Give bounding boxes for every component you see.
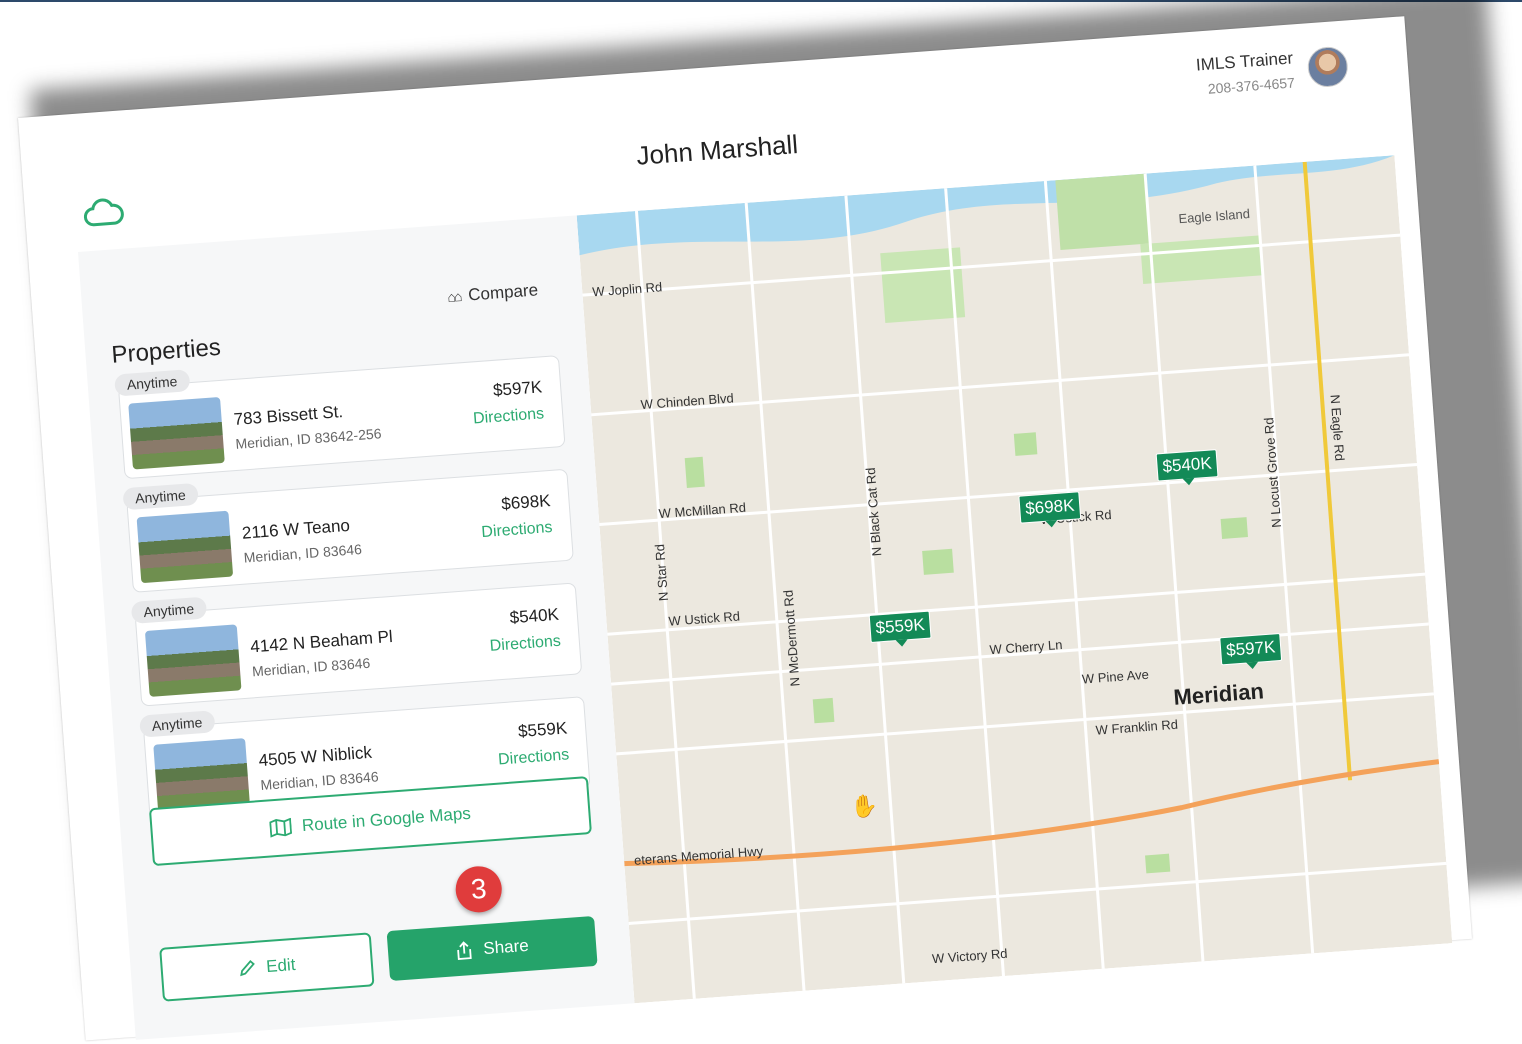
price-pin[interactable]: $540K bbox=[1155, 449, 1219, 482]
availability-badge: Anytime bbox=[114, 369, 191, 397]
property-price: $597K bbox=[492, 377, 543, 400]
property-city: Meridian, ID 83642-256 bbox=[234, 425, 382, 452]
property-city: Meridian, ID 83646 bbox=[243, 541, 363, 566]
availability-badge: Anytime bbox=[130, 596, 207, 624]
availability-badge: Anytime bbox=[122, 482, 199, 511]
property-photo bbox=[144, 624, 242, 697]
property-photo bbox=[136, 510, 234, 584]
share-label: Share bbox=[482, 935, 530, 959]
properties-panel: Properties ⌂⌂ Compare Anytime 783 Bisset… bbox=[77, 215, 635, 1040]
price-pin[interactable]: $597K bbox=[1219, 632, 1283, 666]
app-window: John Marshall IMLS Trainer 208-376-4657 … bbox=[18, 16, 1473, 1041]
property-card[interactable]: Anytime 783 Bissett St. Meridian, ID 836… bbox=[114, 355, 566, 480]
price-pin[interactable]: $698K bbox=[1018, 491, 1082, 524]
directions-link[interactable]: Directions bbox=[481, 519, 553, 542]
property-photo bbox=[153, 738, 250, 811]
property-city: Meridian, ID 83646 bbox=[259, 768, 380, 794]
edit-button[interactable]: Edit bbox=[159, 932, 375, 1002]
pencil-icon bbox=[240, 959, 256, 977]
step-marker: 3 bbox=[454, 864, 504, 914]
property-street: 4142 N Beaham Pl bbox=[249, 626, 394, 657]
directions-link[interactable]: Directions bbox=[489, 633, 561, 656]
compare-label: Compare bbox=[467, 280, 539, 305]
property-price: $559K bbox=[517, 718, 568, 741]
map-canvas[interactable] bbox=[576, 155, 1453, 1004]
map-view[interactable]: W Joplin Rd W Chinden Blvd W McMillan Rd… bbox=[576, 155, 1453, 1004]
map-icon bbox=[269, 817, 293, 838]
share-icon bbox=[457, 941, 473, 960]
property-card[interactable]: Anytime 4142 N Beaham Pl Meridian, ID 83… bbox=[130, 582, 583, 707]
property-street: 783 Bissett St. bbox=[232, 402, 344, 429]
property-street: 2116 W Teano bbox=[241, 515, 351, 543]
agent-name: IMLS Trainer bbox=[1195, 48, 1294, 75]
price-pin[interactable]: $559K bbox=[868, 610, 932, 643]
hand-cursor-icon: ✋ bbox=[849, 792, 879, 820]
panel-title: Properties bbox=[110, 333, 222, 369]
share-button[interactable]: Share bbox=[386, 915, 598, 982]
property-card[interactable]: Anytime 2116 W Teano Meridian, ID 83646 … bbox=[122, 468, 574, 593]
edit-label: Edit bbox=[265, 954, 297, 977]
route-label: Route in Google Maps bbox=[301, 803, 472, 836]
property-street: 4505 W Niblick bbox=[258, 742, 373, 771]
property-price: $540K bbox=[509, 604, 560, 628]
directions-link[interactable]: Directions bbox=[498, 746, 570, 769]
directions-link[interactable]: Directions bbox=[473, 405, 545, 428]
compare-button[interactable]: ⌂⌂ Compare bbox=[447, 280, 539, 307]
cloud-logo-icon[interactable] bbox=[80, 192, 127, 235]
property-photo bbox=[128, 396, 225, 470]
compare-icon: ⌂⌂ bbox=[446, 288, 461, 306]
property-price: $698K bbox=[500, 491, 552, 514]
avatar[interactable] bbox=[1306, 45, 1350, 89]
availability-badge: Anytime bbox=[139, 710, 216, 738]
property-city: Meridian, ID 83646 bbox=[251, 654, 371, 680]
